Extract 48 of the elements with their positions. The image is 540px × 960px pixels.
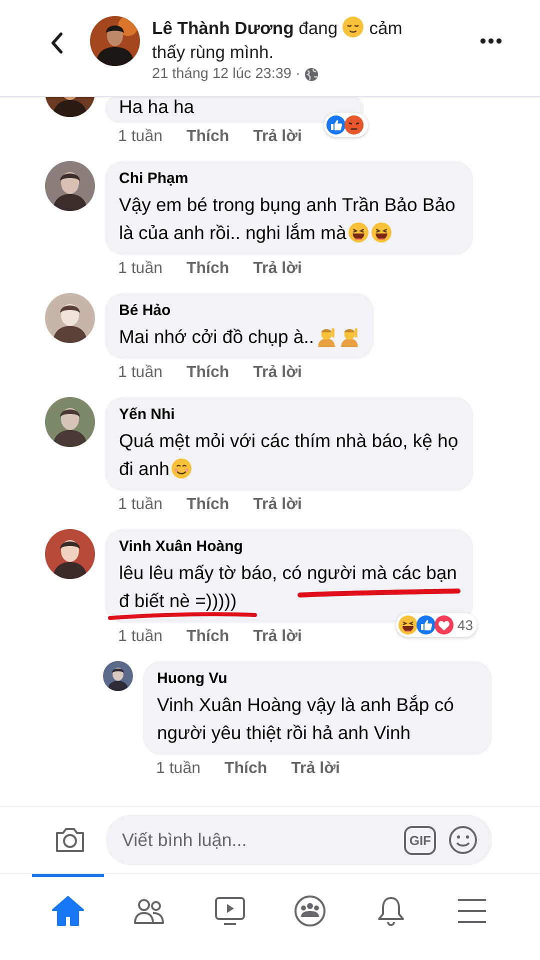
comment-text: Ha ha ha xyxy=(119,97,194,119)
comment-text: Vinh Xuân Hoàng vậy là anh Bắp có người yêu thiệt rồi hả anh Vinh xyxy=(157,693,455,745)
home-icon xyxy=(52,896,84,926)
back-icon[interactable] xyxy=(50,32,64,54)
post-status-text: Lê Thành Dương đang cảm thấy rùng mình. xyxy=(152,16,404,64)
emoji-icon[interactable] xyxy=(448,825,478,855)
commenter-name[interactable]: Bé Hảo xyxy=(119,301,360,321)
comment-input-field[interactable]: Viết bình luận... GIF xyxy=(106,815,492,865)
like-link[interactable]: Thích xyxy=(186,259,230,279)
comment-age: 1 tuần xyxy=(118,127,162,147)
groups-icon xyxy=(294,894,326,926)
more-options-icon[interactable] xyxy=(480,38,502,44)
separator-dot: · xyxy=(295,66,300,82)
reply-link[interactable]: Trả lời xyxy=(253,259,302,279)
like-link[interactable]: Thích xyxy=(186,363,230,383)
commenter-name[interactable]: Yến Nhi xyxy=(119,405,459,425)
video-icon xyxy=(214,896,246,926)
comment-age: 1 tuần xyxy=(118,259,162,279)
notifications-icon xyxy=(376,894,406,926)
like-link[interactable]: Thích xyxy=(186,495,230,515)
reaction-count: 43 xyxy=(457,617,473,633)
commenter-name[interactable]: Chi Phạm xyxy=(119,169,459,189)
globe-icon xyxy=(304,66,320,82)
reply-link[interactable]: Trả lời xyxy=(291,759,340,779)
reply-link[interactable]: Trả lời xyxy=(253,495,302,515)
friends-icon xyxy=(132,896,165,924)
reaction-badge[interactable]: 43 xyxy=(396,613,477,637)
comment-age: 1 tuần xyxy=(118,363,162,383)
gif-button[interactable]: GIF xyxy=(404,826,436,854)
comment-age: 1 tuần xyxy=(118,495,162,515)
commenter-name[interactable]: Vinh Xuân Hoàng xyxy=(119,537,459,557)
timestamp: 21 tháng 12 lúc 23:39 xyxy=(152,66,292,82)
comment-age: 1 tuần xyxy=(156,759,200,779)
comment-age: 1 tuần xyxy=(118,627,162,647)
comment-text: Mai nhớ cởi đồ chụp à.. xyxy=(119,323,360,351)
camera-icon[interactable] xyxy=(54,826,86,854)
reaction-badge[interactable] xyxy=(324,113,368,137)
like-link[interactable]: Thích xyxy=(186,627,230,647)
reply-link[interactable]: Trả lời xyxy=(253,127,302,147)
comment-text: Vậy em bé trong bụng anh Trần Bảo Bảo là của anh rồi.. nghi lắm mà xyxy=(119,193,456,245)
comment-text: Quá mệt mỏi với các thím nhà báo, kệ họ đi anh xyxy=(119,429,459,481)
like-link[interactable]: Thích xyxy=(224,759,268,779)
reply-link[interactable]: Trả lời xyxy=(253,363,302,383)
commenter-name[interactable]: Huong Vu xyxy=(157,669,478,689)
menu-icon xyxy=(456,898,487,924)
reply-link[interactable]: Trả lời xyxy=(253,627,302,647)
like-link[interactable]: Thích xyxy=(186,127,230,147)
comment-text: lêu lêu mấy tờ báo, có người mà các bạn đ biết nè =))))) xyxy=(119,561,458,613)
